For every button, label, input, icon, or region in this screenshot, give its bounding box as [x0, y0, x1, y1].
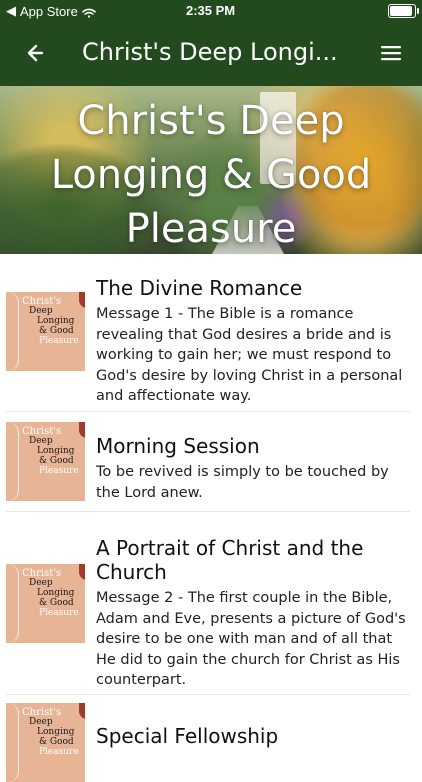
thumbnail-accent — [79, 422, 85, 438]
status-time: 2:35 PM — [186, 3, 236, 18]
message-description: Message 1 - The Bible is a romance revea… — [96, 306, 403, 404]
thumbnail-accent — [79, 292, 85, 308]
thumbnail-text-line-4: & Good — [39, 456, 74, 466]
hero-title-line-1: Christ's Deep — [77, 98, 345, 144]
message-thumbnail: Christ's Deep Longing & Good Pleasure — [6, 703, 85, 782]
message-text: Morning Session To be revived is simply … — [96, 434, 410, 503]
thumbnail-swirl-icon — [8, 564, 19, 643]
status-bar: ◀ App Store 2:35 PM — [0, 0, 422, 24]
back-button[interactable] — [16, 37, 52, 73]
hero-banner: Christ's Deep Longing & Good Pleasure — [0, 86, 422, 254]
hero-title-line-3: Pleasure — [125, 206, 297, 252]
message-thumbnail: Christ's Deep Longing & Good Pleasure — [6, 422, 85, 501]
message-title: The Divine Romance — [96, 276, 303, 300]
thumbnail-text-line-2: Deep — [29, 578, 53, 588]
thumbnail-text-line-3: Longing — [37, 588, 75, 598]
message-title: A Portrait of Christ and the Church — [96, 536, 364, 584]
thumbnail-swirl-icon — [8, 292, 19, 371]
message-thumbnail: Christ's Deep Longing & Good Pleasure — [6, 292, 85, 371]
thumbnail-text-line-5: Pleasure — [39, 608, 79, 618]
message-description: Message 2 - The first couple in the Bibl… — [96, 590, 406, 688]
list-item[interactable]: Christ's Deep Longing & Good Pleasure Mo… — [0, 412, 422, 512]
thumbnail-text-line-5: Pleasure — [39, 747, 79, 757]
thumbnail-accent — [79, 564, 85, 580]
message-title: Morning Session — [96, 434, 260, 458]
list-item[interactable]: Christ's Deep Longing & Good Pleasure Th… — [0, 254, 422, 412]
thumbnail-text-line-4: & Good — [39, 598, 74, 608]
battery-icon — [388, 4, 419, 18]
message-text: A Portrait of Christ and the Church Mess… — [96, 536, 410, 691]
menu-button[interactable] — [374, 38, 408, 72]
list-item[interactable]: Christ's Deep Longing & Good Pleasure Sp… — [0, 695, 422, 782]
thumbnail-text-line-4: & Good — [39, 326, 74, 336]
status-back-app[interactable]: ◀ App Store — [6, 3, 96, 19]
back-chevron-icon: ◀ — [6, 3, 16, 18]
message-thumbnail: Christ's Deep Longing & Good Pleasure — [6, 564, 85, 643]
list-item[interactable]: Christ's Deep Longing & Good Pleasure A … — [0, 512, 422, 695]
thumbnail-text-line-4: & Good — [39, 737, 74, 747]
message-description: To be revived is simply to be touched by… — [96, 464, 389, 501]
thumbnail-text-line-3: Longing — [37, 316, 75, 326]
hero-title: Christ's Deep Longing & Good Pleasure — [0, 94, 422, 254]
top-navbar: Christ's Deep Longi... — [0, 24, 422, 86]
thumbnail-text-line-2: Deep — [29, 717, 53, 727]
status-back-label: App Store — [20, 3, 78, 19]
message-title: Special Fellowship — [96, 724, 279, 748]
message-text: The Divine Romance Message 1 - The Bible… — [96, 276, 410, 407]
thumbnail-text-line-2: Deep — [29, 306, 53, 316]
back-arrow-icon — [23, 42, 45, 68]
thumbnail-text-line-3: Longing — [37, 446, 75, 456]
thumbnail-accent — [79, 703, 85, 719]
page-title: Christ's Deep Longi... — [82, 38, 338, 66]
thumbnail-text-line-3: Longing — [37, 727, 75, 737]
wifi-icon — [82, 6, 96, 18]
thumbnail-text-line-2: Deep — [29, 436, 53, 446]
message-text: Special Fellowship — [96, 724, 410, 752]
thumbnail-swirl-icon — [8, 703, 19, 782]
thumbnail-swirl-icon — [8, 422, 19, 501]
thumbnail-text-line-5: Pleasure — [39, 336, 79, 346]
hamburger-menu-icon — [379, 44, 403, 66]
thumbnail-text-line-5: Pleasure — [39, 466, 79, 476]
hero-title-line-2: Longing & Good — [50, 152, 372, 198]
